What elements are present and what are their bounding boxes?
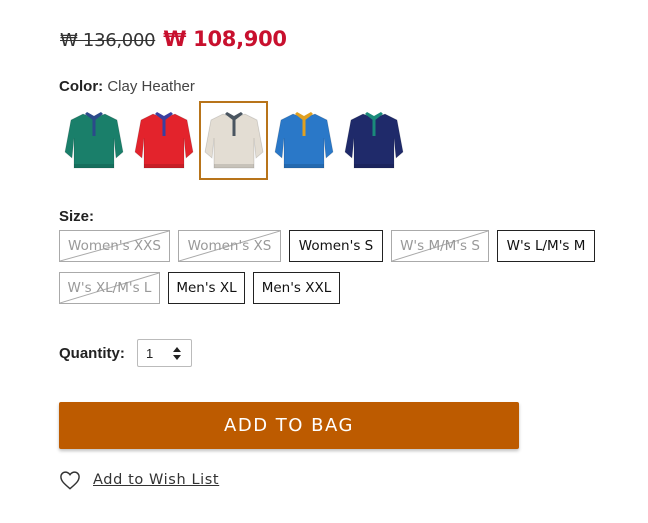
quantity-select[interactable]: 1 bbox=[137, 339, 192, 367]
size-option[interactable]: Men's XL bbox=[168, 272, 245, 304]
add-to-bag-button[interactable]: ADD TO BAG bbox=[59, 402, 519, 449]
heart-icon bbox=[60, 471, 80, 490]
original-price: ₩ 136,000 bbox=[60, 30, 156, 51]
pullover-image bbox=[274, 111, 333, 168]
color-label: Color: Clay Heather bbox=[59, 78, 195, 95]
size-option[interactable]: Women's S bbox=[289, 230, 383, 262]
pullover-image bbox=[64, 111, 123, 168]
color-swatches bbox=[59, 101, 408, 180]
size-label: Size: bbox=[59, 208, 95, 225]
pullover-image bbox=[204, 111, 263, 168]
size-option[interactable]: W's L/M's M bbox=[497, 230, 595, 262]
wishlist-label: Add to Wish List bbox=[93, 472, 220, 488]
color-swatch[interactable] bbox=[59, 101, 128, 180]
color-swatch[interactable] bbox=[269, 101, 338, 180]
sale-price: ₩ 108,900 bbox=[163, 27, 287, 51]
color-swatch[interactable] bbox=[199, 101, 268, 180]
color-label-title: Color: bbox=[59, 78, 104, 95]
size-option[interactable]: W's M/M's S bbox=[391, 230, 489, 262]
pullover-image bbox=[134, 111, 193, 168]
add-to-wishlist-link[interactable]: Add to Wish List bbox=[59, 470, 219, 490]
select-arrows-icon bbox=[173, 347, 181, 360]
price-row: ₩ 136,000 ₩ 108,900 bbox=[60, 27, 287, 51]
pullover-image bbox=[344, 111, 403, 168]
size-option[interactable]: Women's XS bbox=[178, 230, 281, 262]
quantity-value: 1 bbox=[146, 345, 154, 361]
selected-color-name: Clay Heather bbox=[107, 78, 195, 95]
size-option[interactable]: W's XL/M's L bbox=[59, 272, 160, 304]
color-swatch[interactable] bbox=[339, 101, 408, 180]
quantity-label: Quantity: bbox=[59, 345, 125, 362]
color-swatch[interactable] bbox=[129, 101, 198, 180]
size-option[interactable]: Women's XXS bbox=[59, 230, 170, 262]
size-option[interactable]: Men's XXL bbox=[253, 272, 340, 304]
